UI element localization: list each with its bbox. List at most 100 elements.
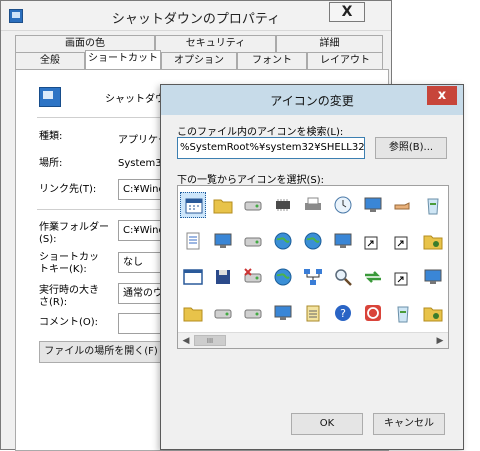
icon-option[interactable] xyxy=(300,300,326,326)
shortcut-arrow-icon xyxy=(393,231,413,251)
tab-shortcut[interactable]: ショートカット xyxy=(85,50,161,69)
icon-option[interactable]: ? xyxy=(330,300,356,326)
computer-icon xyxy=(213,231,233,251)
location-label: 場所: xyxy=(39,158,63,169)
properties-title: シャットダウンのプロパティ xyxy=(111,12,281,27)
icon-option[interactable] xyxy=(270,228,296,254)
icon-option[interactable] xyxy=(360,228,386,254)
shortcut-icon xyxy=(39,87,61,107)
icon-option[interactable] xyxy=(180,192,206,218)
floppy-icon xyxy=(213,267,233,287)
dialog-close-button[interactable]: x xyxy=(427,86,457,105)
drive-gray-icon xyxy=(213,303,233,323)
monitor-icon xyxy=(423,267,443,287)
icon-option[interactable] xyxy=(420,228,446,254)
icon-option[interactable] xyxy=(420,192,446,218)
tab-options[interactable]: オプション xyxy=(161,52,237,69)
icon-option[interactable] xyxy=(210,192,236,218)
icon-option[interactable] xyxy=(360,264,386,290)
ok-button[interactable]: OK xyxy=(291,413,363,435)
properties-titlebar[interactable]: シャットダウンのプロパティ X xyxy=(1,1,391,31)
tab-row-bottom: 全般 ショートカット オプション フォント レイアウト xyxy=(15,50,383,69)
icon-option[interactable] xyxy=(210,228,236,254)
scroll-thumb[interactable]: III xyxy=(194,335,226,346)
calendar-window-icon xyxy=(184,196,204,216)
chip-icon xyxy=(273,195,293,215)
network-drive-icon xyxy=(243,231,263,251)
help-icon: ? xyxy=(333,303,353,323)
tools-folder-icon xyxy=(423,303,443,323)
divider xyxy=(37,117,167,118)
icon-list[interactable]: ? ◀ III ▶ xyxy=(177,185,449,349)
icon-option[interactable] xyxy=(270,300,296,326)
magnifier-icon xyxy=(333,267,353,287)
icon-file-path-input[interactable]: %SystemRoot%¥system32¥SHELL32.dll xyxy=(177,137,365,159)
disc-icon xyxy=(243,303,263,323)
icon-option[interactable] xyxy=(270,264,296,290)
drive-icon xyxy=(243,195,263,215)
icon-option[interactable] xyxy=(420,264,446,290)
tab-fonts[interactable]: フォント xyxy=(237,52,307,69)
comment-label: コメント(O): xyxy=(39,317,99,328)
icon-option[interactable] xyxy=(210,300,236,326)
tab-security[interactable]: セキュリティ xyxy=(155,35,276,52)
power-icon xyxy=(363,303,383,323)
recycle-full-icon xyxy=(393,303,413,323)
change-icon-dialog: アイコンの変更 x このファイル内のアイコンを検索(L): %SystemRoo… xyxy=(160,84,464,450)
tab-row-top: 画面の色 セキュリティ 詳細 xyxy=(15,35,383,52)
icon-option[interactable] xyxy=(420,300,446,326)
computer-screen-icon xyxy=(273,303,293,323)
dialog-title: アイコンの変更 xyxy=(270,94,354,108)
cancel-button[interactable]: キャンセル xyxy=(373,413,445,435)
properties-close-button[interactable]: X xyxy=(329,2,365,22)
icon-option[interactable] xyxy=(390,264,416,290)
folder-icon xyxy=(213,195,233,215)
open-file-location-button[interactable]: ファイルの場所を開く(F) xyxy=(39,341,163,363)
icon-option[interactable] xyxy=(180,300,206,326)
scroll-right-icon[interactable]: ▶ xyxy=(433,334,447,348)
monitor-arrow-icon xyxy=(363,195,383,215)
tab-general[interactable]: 全般 xyxy=(15,52,85,69)
icon-option[interactable] xyxy=(240,300,266,326)
search-label: このファイル内のアイコンを検索(L): xyxy=(177,127,344,138)
cube-shortcut-icon xyxy=(363,231,383,251)
icon-option[interactable] xyxy=(360,192,386,218)
icon-option[interactable] xyxy=(330,192,356,218)
icon-option[interactable] xyxy=(330,264,356,290)
hand-icon xyxy=(393,195,413,215)
folder-gear-icon xyxy=(423,231,443,251)
tab-layout[interactable]: レイアウト xyxy=(307,52,383,69)
network-icon xyxy=(303,267,323,287)
scroll-left-icon[interactable]: ◀ xyxy=(179,334,193,348)
divider xyxy=(37,209,167,210)
icon-option[interactable] xyxy=(390,192,416,218)
icon-option[interactable] xyxy=(270,192,296,218)
folder-open-icon xyxy=(183,303,203,323)
horizontal-scrollbar[interactable]: ◀ III ▶ xyxy=(178,332,448,348)
dialog-titlebar[interactable]: アイコンの変更 x xyxy=(161,85,463,115)
browse-button[interactable]: 参照(B)... xyxy=(375,137,447,159)
icon-option[interactable] xyxy=(210,264,236,290)
blank-window-icon xyxy=(183,267,203,287)
location-value: System3 xyxy=(118,158,162,169)
icon-option[interactable] xyxy=(240,264,266,290)
icon-option[interactable] xyxy=(240,192,266,218)
shortcut-app-icon xyxy=(9,9,23,23)
icon-option[interactable] xyxy=(390,228,416,254)
icon-option[interactable] xyxy=(240,228,266,254)
shortcut-small-icon xyxy=(393,267,413,287)
type-label: 種類: xyxy=(39,131,63,142)
icon-option[interactable] xyxy=(180,264,206,290)
icon-option[interactable] xyxy=(300,192,326,218)
icon-option[interactable] xyxy=(390,300,416,326)
icon-list-label: 下の一覧からアイコンを選択(S): xyxy=(177,175,325,186)
tab-details[interactable]: 詳細 xyxy=(276,35,383,52)
recycle-bin-icon xyxy=(423,195,443,215)
globe-icon xyxy=(273,231,293,251)
icon-option[interactable] xyxy=(360,300,386,326)
icon-option[interactable] xyxy=(300,264,326,290)
icon-option[interactable] xyxy=(330,228,356,254)
icon-option[interactable] xyxy=(180,228,206,254)
workdir-label: 作業フォルダー(S): xyxy=(39,222,109,245)
icon-option[interactable] xyxy=(300,228,326,254)
